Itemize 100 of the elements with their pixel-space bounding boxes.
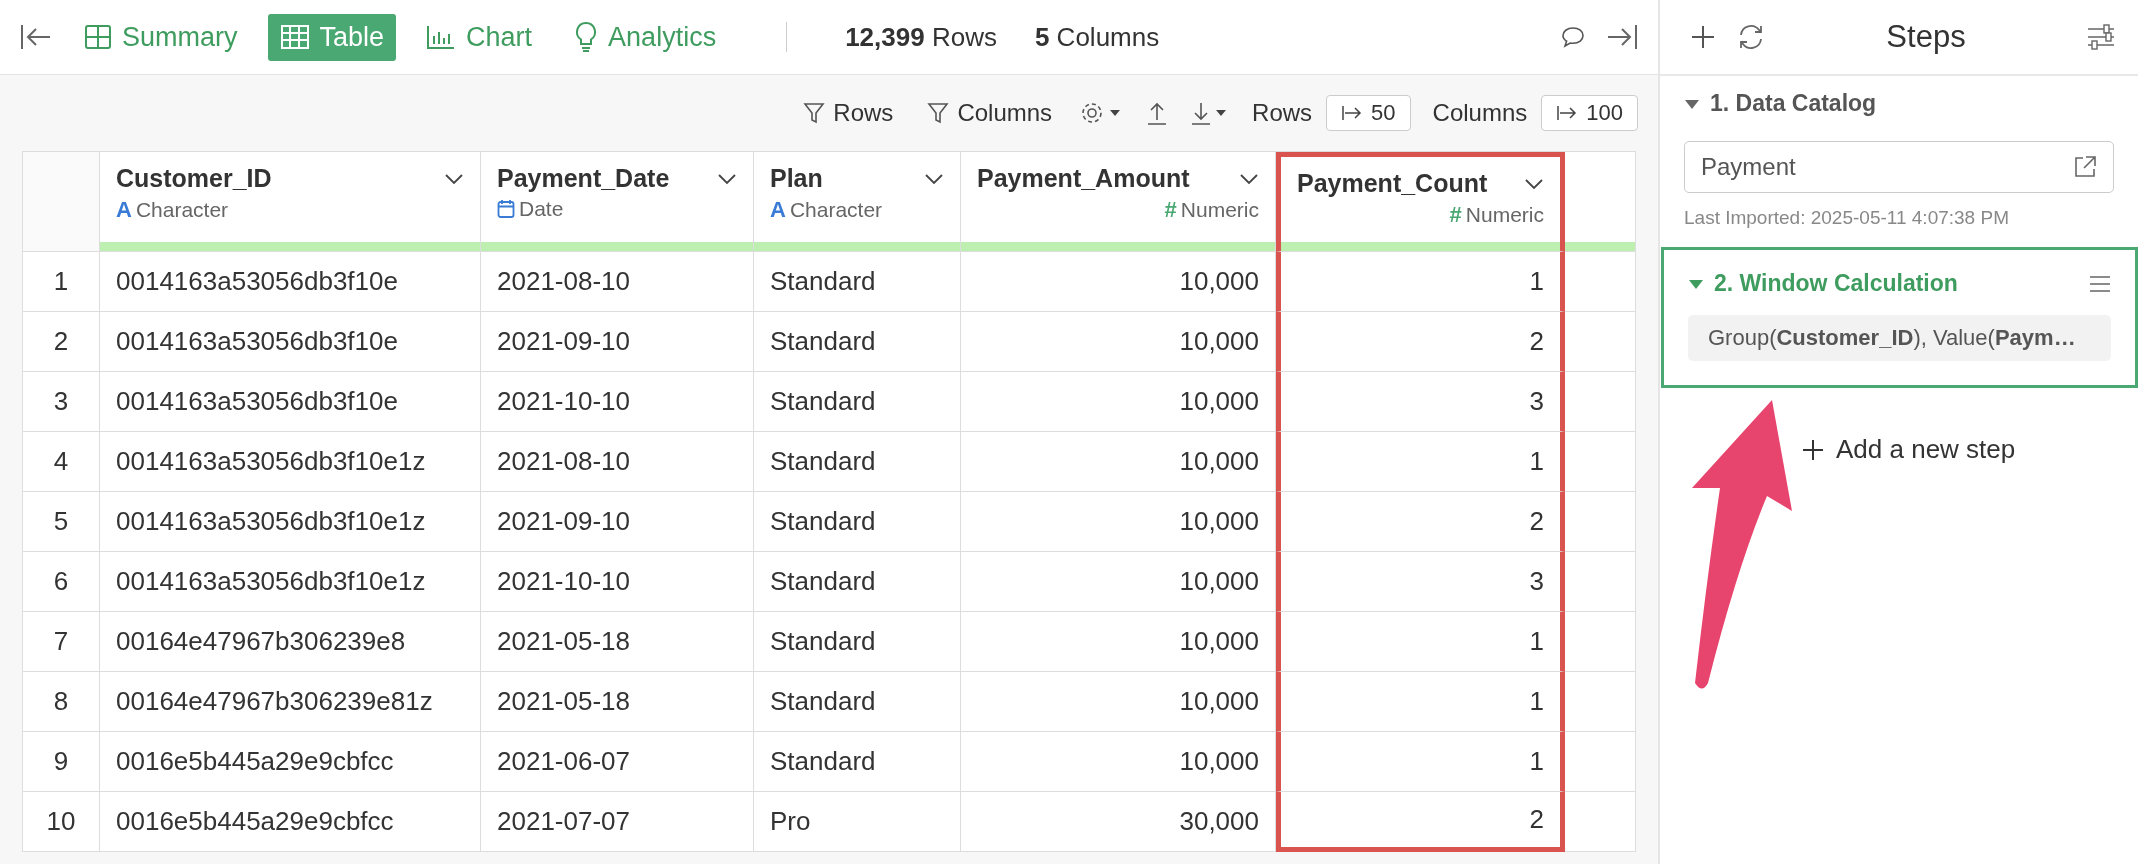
step-title[interactable]: 1. Data Catalog: [1710, 90, 2114, 117]
table-cell: 0014163a53056db3f10e1z: [100, 432, 481, 492]
table-cell: 10,000: [961, 252, 1276, 312]
table-cell: 2021-08-10: [481, 252, 754, 312]
rows-label: Rows: [1252, 99, 1313, 127]
table-cell: Standard: [754, 672, 961, 732]
table-cell: 2: [1276, 312, 1565, 372]
jump-to-end-icon: [1556, 104, 1579, 122]
table-cell: Standard: [754, 252, 961, 312]
table-cell: Standard: [754, 732, 961, 792]
type-icon: #: [1164, 197, 1177, 223]
step-summary: Group(Customer_ID), Value(Paym…: [1688, 315, 2111, 361]
selected-step-card[interactable]: 2. Window Calculation Group(Customer_ID), Value(Paym…: [1661, 247, 2138, 388]
quality-bar: [1565, 242, 1635, 251]
column-header[interactable]: Customer_ID A Character: [100, 152, 481, 252]
table-cell: Standard: [754, 492, 961, 552]
comment-icon[interactable]: [1560, 25, 1586, 49]
table-cell: 0014163a53056db3f10e: [100, 372, 481, 432]
upload-icon[interactable]: [1146, 100, 1169, 126]
table-cell: 2021-09-10: [481, 492, 754, 552]
table-cell: Standard: [754, 312, 961, 372]
row-number: 2: [23, 312, 100, 372]
table-cell: 30,000: [961, 792, 1276, 852]
menu-icon[interactable]: [2089, 274, 2111, 293]
table-cell: 2021-08-10: [481, 432, 754, 492]
type-icon: #: [1449, 202, 1462, 228]
table-cell: 3: [1276, 372, 1565, 432]
table-cell: 2021-10-10: [481, 552, 754, 612]
row-count: 12,399 Rows: [845, 21, 997, 53]
bar-chart-icon: [426, 24, 457, 50]
table-cell: Pro: [754, 792, 961, 852]
table-cell: 10,000: [961, 432, 1276, 492]
filter-button[interactable]: Columns: [921, 98, 1059, 128]
table-cell: Standard: [754, 552, 961, 612]
table-cell: 1: [1276, 612, 1565, 672]
table-cell: 2: [1276, 492, 1565, 552]
table-cell: 1: [1276, 672, 1565, 732]
source-field[interactable]: Payment: [1684, 141, 2114, 193]
row-number: 4: [23, 432, 100, 492]
columns-label: Columns: [1432, 99, 1528, 127]
table-cell: 0016e5b445a29e9cbfcc: [100, 792, 481, 852]
table-cell: 0014163a53056db3f10e1z: [100, 492, 481, 552]
row-number: 1: [23, 252, 100, 312]
table-cell: 0016e5b445a29e9cbfcc: [100, 732, 481, 792]
table-cell: 10,000: [961, 552, 1276, 612]
table-cell: 3: [1276, 552, 1565, 612]
table-icon: [279, 24, 310, 50]
chevron-down-icon[interactable]: [1524, 177, 1544, 190]
plus-icon[interactable]: [1690, 24, 1716, 50]
row-number: 3: [23, 372, 100, 432]
table-cell: Standard: [754, 432, 961, 492]
column-header[interactable]: Payment_Count # Numeric: [1276, 152, 1565, 252]
column-header[interactable]: Payment_Amount # Numeric: [961, 152, 1276, 252]
table-cell: 2021-09-10: [481, 312, 754, 372]
filter-button[interactable]: Rows: [797, 98, 900, 128]
row-number: 8: [23, 672, 100, 732]
table-cell: 00164e47967b306239e81z: [100, 672, 481, 732]
filter-icon: [803, 101, 826, 125]
table-cell: Standard: [754, 372, 961, 432]
lightbulb-icon: [574, 21, 599, 53]
grid-icon: [84, 24, 112, 50]
table-cell: 2021-10-10: [481, 372, 754, 432]
table-cell: 10,000: [961, 732, 1276, 792]
table-cell: 1: [1276, 432, 1565, 492]
table-cell: 2021-05-18: [481, 612, 754, 672]
columns-limit-button[interactable]: 100: [1541, 95, 1638, 131]
table-cell: Standard: [754, 612, 961, 672]
caret-icon[interactable]: [1684, 97, 1700, 110]
table-cell: 2: [1276, 792, 1565, 852]
chevron-down-icon[interactable]: [924, 172, 944, 185]
type-icon: A: [770, 197, 786, 223]
table-cell: 00164e47967b306239e8: [100, 612, 481, 672]
table-cell: 2021-05-18: [481, 672, 754, 732]
panel-title: Steps: [1885, 19, 1967, 55]
column-count: 5 Columns: [1034, 21, 1160, 53]
column-header[interactable]: Payment_Date Date: [481, 152, 754, 252]
table-cell: 10,000: [961, 312, 1276, 372]
caret-icon[interactable]: [1688, 277, 1704, 290]
jump-to-end-icon: [1341, 104, 1364, 122]
settings-icon[interactable]: [2086, 24, 2116, 50]
table-cell: 2021-06-07: [481, 732, 754, 792]
rows-limit-button[interactable]: 50: [1326, 95, 1411, 131]
external-link-icon[interactable]: [2073, 155, 2097, 179]
table-cell: 1: [1276, 252, 1565, 312]
table-cell: 10,000: [961, 492, 1276, 552]
column-header[interactable]: Plan A Character: [754, 152, 961, 252]
chevron-down-icon[interactable]: [717, 172, 737, 185]
table-cell: 0014163a53056db3f10e: [100, 252, 481, 312]
table-cell: 10,000: [961, 372, 1276, 432]
plus-icon: [1802, 438, 1824, 461]
chevron-down-icon[interactable]: [444, 172, 464, 185]
row-number: 5: [23, 492, 100, 552]
calendar-icon: [497, 199, 515, 219]
row-number: 10: [23, 792, 100, 852]
type-icon: A: [116, 197, 132, 223]
row-number: 9: [23, 732, 100, 792]
table-cell: 0014163a53056db3f10e: [100, 312, 481, 372]
chevron-down-icon[interactable]: [1239, 172, 1259, 185]
add-step-button[interactable]: Add a new step: [1802, 434, 2016, 465]
table-cell: 2021-07-07: [481, 792, 754, 852]
